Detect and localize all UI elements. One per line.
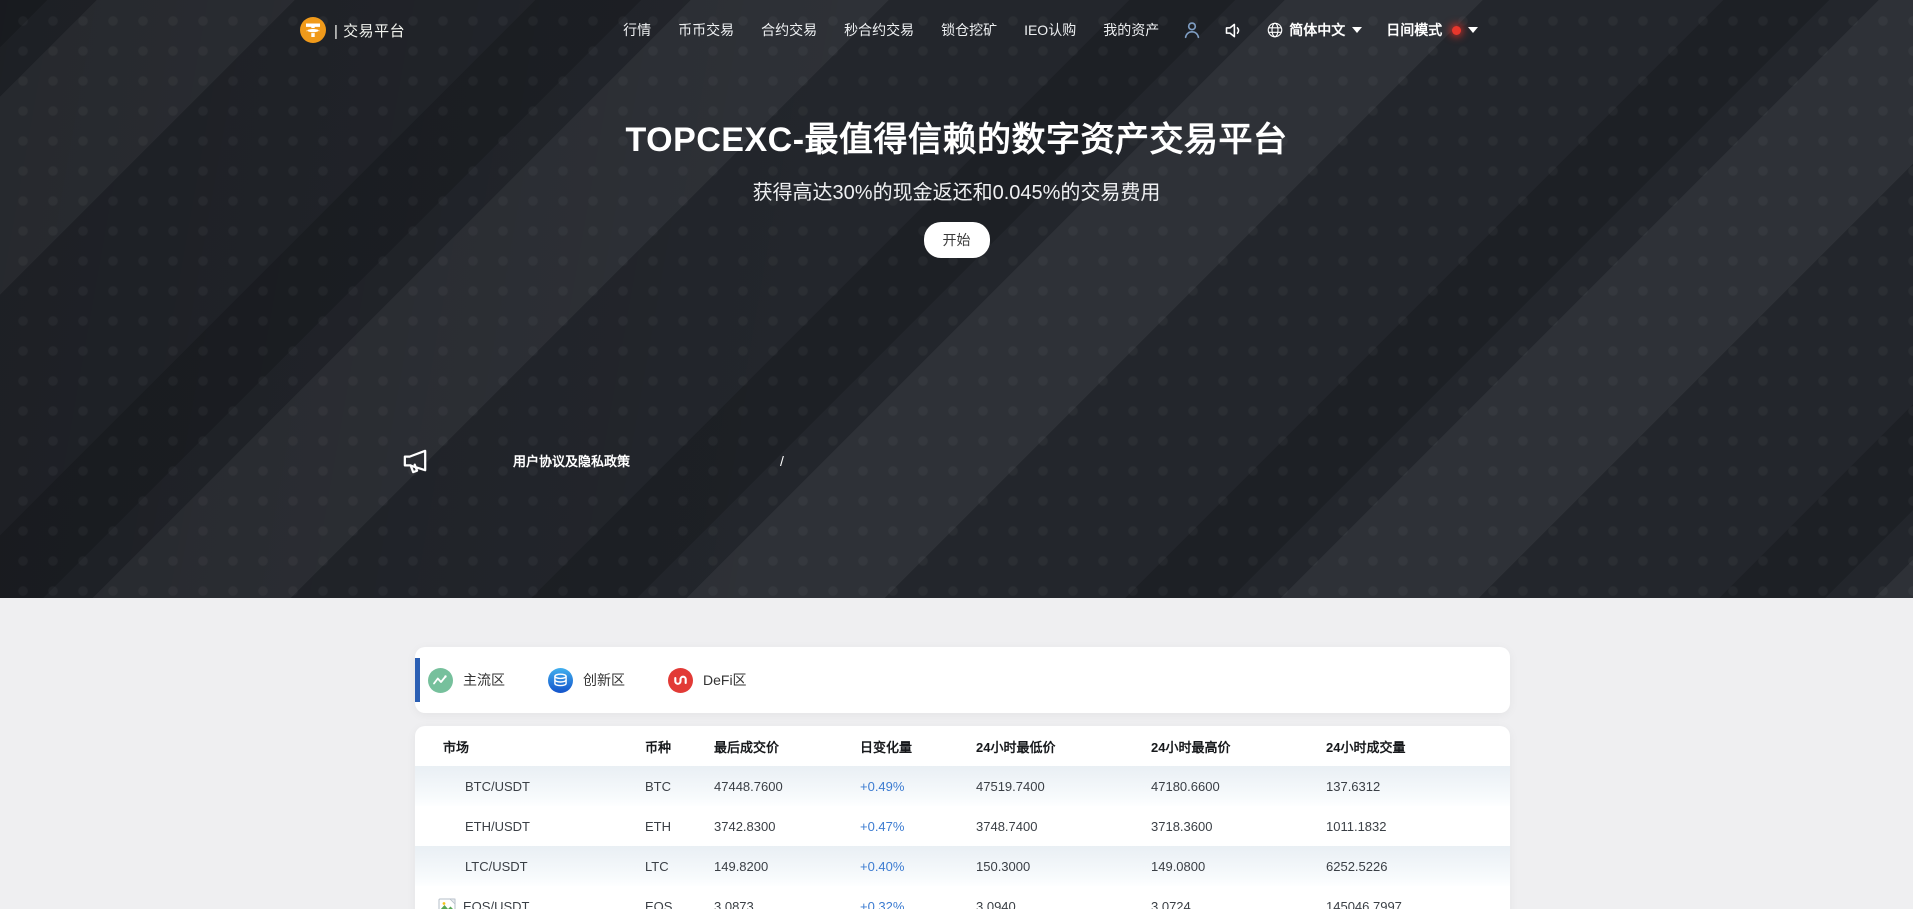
announcement-speaker-icon[interactable] xyxy=(1223,20,1244,41)
table-row-eos[interactable]: EOS/USDT EOS 3.0873 +0.32% 3.0940 3.0724… xyxy=(415,886,1510,909)
user-account-icon[interactable] xyxy=(1181,19,1203,41)
coin-cell: LTC xyxy=(645,859,714,874)
page-title: TOPCEXC-最值得信赖的数字资产交易平台 xyxy=(0,112,1913,161)
tab-label: DeFi区 xyxy=(703,670,747,690)
tab-label: 创新区 xyxy=(583,670,625,690)
market-table: 市场 币种 最后成交价 日变化量 24小时最低价 24小时最高价 24小时成交量… xyxy=(415,726,1510,909)
hero-subtitle: 获得高达30%的现金返还和0.045%的交易费用 xyxy=(0,176,1913,205)
low-cell: 3.0940 xyxy=(976,899,1151,909)
pair-cell: ETH/USDT xyxy=(415,819,645,834)
high-cell: 47180.6600 xyxy=(1151,779,1326,794)
volume-cell: 6252.5226 xyxy=(1326,859,1510,874)
nav-item-second-contract[interactable]: 秒合约交易 xyxy=(844,20,914,40)
col-header-volume: 24小时成交量 xyxy=(1326,737,1510,756)
announcement-bar: 用户协议及隐私政策 / xyxy=(400,445,784,476)
market-section: 主流区 创新区 xyxy=(0,598,1913,909)
col-header-coin: 币种 xyxy=(645,737,714,756)
brand-name: | 交易平台 xyxy=(334,20,405,41)
chevron-down-icon xyxy=(1468,27,1478,33)
brand-logo[interactable]: | 交易平台 xyxy=(300,17,405,43)
change-cell: +0.32% xyxy=(860,899,976,909)
navbar-right: 简体中文 日间模式 xyxy=(1159,19,1478,41)
pair-cell: LTC/USDT xyxy=(415,859,645,874)
high-cell: 3718.3600 xyxy=(1151,819,1326,834)
col-header-low: 24小时最低价 xyxy=(976,737,1151,756)
megaphone-icon xyxy=(400,445,431,476)
tether-logo-icon xyxy=(300,17,326,43)
nav-item-my-assets[interactable]: 我的资产 xyxy=(1103,20,1159,40)
day-mode-toggle[interactable]: 日间模式 xyxy=(1386,20,1478,40)
market-tabs: 主流区 创新区 xyxy=(415,647,1510,713)
table-header-row: 市场 币种 最后成交价 日变化量 24小时最低价 24小时最高价 24小时成交量 xyxy=(415,726,1510,766)
chevron-down-icon xyxy=(1352,27,1362,33)
coin-cell: EOS xyxy=(645,899,714,909)
language-selector[interactable]: 简体中文 xyxy=(1266,20,1362,40)
mode-label: 日间模式 xyxy=(1386,20,1442,40)
announcement-separator: / xyxy=(780,453,784,469)
col-header-change: 日变化量 xyxy=(860,737,976,756)
change-cell: +0.49% xyxy=(860,779,976,794)
main-nav: 行情 币币交易 合约交易 秒合约交易 锁仓挖矿 IEO认购 我的资产 xyxy=(623,20,1159,40)
globe-icon xyxy=(1266,21,1284,39)
last-cell: 47448.7600 xyxy=(714,779,860,794)
last-cell: 3.0873 xyxy=(714,899,860,909)
col-header-market: 市场 xyxy=(415,737,645,756)
active-tab-accent-bar xyxy=(415,658,420,702)
blue-coins-icon xyxy=(548,668,573,693)
tab-mainstream[interactable]: 主流区 xyxy=(428,668,505,693)
change-cell: +0.47% xyxy=(860,819,976,834)
start-button[interactable]: 开始 xyxy=(924,222,990,258)
broken-image-icon xyxy=(438,897,456,909)
tab-defi[interactable]: DeFi区 xyxy=(668,668,747,693)
nav-item-lock-mining[interactable]: 锁仓挖矿 xyxy=(941,20,997,40)
pair-label: EOS/USDT xyxy=(463,899,529,909)
nav-item-ieo[interactable]: IEO认购 xyxy=(1024,20,1076,40)
change-cell: +0.40% xyxy=(860,859,976,874)
tab-innovation[interactable]: 创新区 xyxy=(548,668,625,693)
col-header-last: 最后成交价 xyxy=(714,737,860,756)
last-cell: 149.8200 xyxy=(714,859,860,874)
coin-cell: ETH xyxy=(645,819,714,834)
top-navbar: | 交易平台 行情 币币交易 合约交易 秒合约交易 锁仓挖矿 IEO认购 我的资… xyxy=(0,0,1913,60)
nav-item-spot-trade[interactable]: 币币交易 xyxy=(678,20,734,40)
announcement-link[interactable]: 用户协议及隐私政策 xyxy=(513,451,630,470)
table-row-btc[interactable]: BTC/USDT BTC 47448.7600 +0.49% 47519.740… xyxy=(415,766,1510,806)
market-card: 主流区 创新区 xyxy=(415,647,1510,909)
table-row-eth[interactable]: ETH/USDT ETH 3742.8300 +0.47% 3748.7400 … xyxy=(415,806,1510,846)
volume-cell: 1011.1832 xyxy=(1326,819,1510,834)
pair-cell: BTC/USDT xyxy=(415,779,645,794)
high-cell: 149.0800 xyxy=(1151,859,1326,874)
coin-cell: BTC xyxy=(645,779,714,794)
mode-sun-dot-icon xyxy=(1452,26,1461,35)
pair-cell: EOS/USDT xyxy=(415,897,645,909)
low-cell: 150.3000 xyxy=(976,859,1151,874)
tab-label: 主流区 xyxy=(463,670,505,690)
low-cell: 3748.7400 xyxy=(976,819,1151,834)
hero-content: TOPCEXC-最值得信赖的数字资产交易平台 获得高达30%的现金返还和0.04… xyxy=(0,112,1913,258)
volume-cell: 137.6312 xyxy=(1326,779,1510,794)
table-row-ltc[interactable]: LTC/USDT LTC 149.8200 +0.40% 150.3000 14… xyxy=(415,846,1510,886)
green-line-chart-icon xyxy=(428,668,453,693)
hero-section: | 交易平台 行情 币币交易 合约交易 秒合约交易 锁仓挖矿 IEO认购 我的资… xyxy=(0,0,1913,598)
high-cell: 3.0724 xyxy=(1151,899,1326,909)
nav-item-markets[interactable]: 行情 xyxy=(623,20,651,40)
volume-cell: 145046.7997 xyxy=(1326,899,1510,909)
low-cell: 47519.7400 xyxy=(976,779,1151,794)
language-label: 简体中文 xyxy=(1289,20,1345,40)
col-header-high: 24小时最高价 xyxy=(1151,737,1326,756)
red-swirl-icon xyxy=(668,668,693,693)
last-cell: 3742.8300 xyxy=(714,819,860,834)
nav-item-contract-trade[interactable]: 合约交易 xyxy=(761,20,817,40)
